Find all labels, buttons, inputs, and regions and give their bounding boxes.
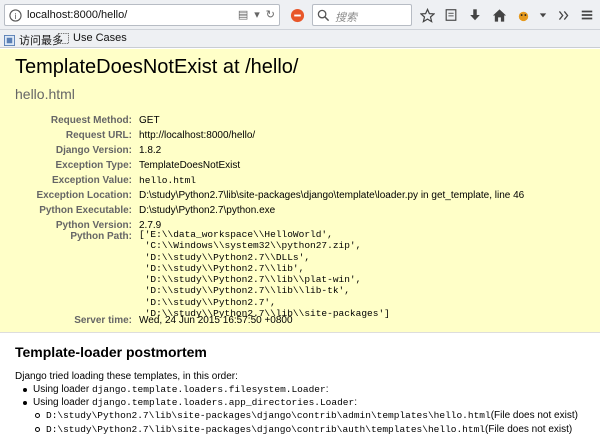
reload-icon[interactable]: ↻ <box>266 8 275 22</box>
meta-label: Django Version: <box>55 145 132 156</box>
loader-suffix: : <box>354 397 357 408</box>
python-path-entry: 'D:\\study\\Python2.7\\lib\\lib-tk', <box>139 285 350 297</box>
bookmark-use-cases[interactable]: Use Cases <box>58 32 127 44</box>
meta-value: http://localhost:8000/hello/ <box>139 130 256 141</box>
loader-item: Using loader django.template.loaders.fil… <box>23 384 328 395</box>
python-path-entry: 'C:\\Windows\\system32\\python27.zip', <box>139 240 362 252</box>
meta-label: Server time: <box>74 315 132 326</box>
page-subtitle: hello.html <box>15 86 75 102</box>
meta-row: Request URL: http://localhost:8000/hello… <box>0 130 600 144</box>
meta-label: Python Path: <box>70 231 132 242</box>
bookmarks-toolbar: 访问最多 Use Cases <box>0 30 600 48</box>
template-loader-postmortem: Template-loader postmortem Django tried … <box>0 334 600 440</box>
postmortem-intro: Django tried loading these templates, in… <box>15 371 238 382</box>
python-path-list: ['E:\\data_workspace\\HelloWorld', 'C:\\… <box>139 229 390 319</box>
python-path-entry: ['E:\\data_workspace\\HelloWorld', <box>139 229 333 240</box>
bullet <box>35 413 40 418</box>
most-visited-icon <box>4 34 15 46</box>
download-icon[interactable] <box>466 6 484 24</box>
meta-label: Exception Value: <box>51 175 132 186</box>
python-path-entry: 'D:\\study\\Python2.7\\lib\\plat-win', <box>139 274 362 286</box>
address-bar[interactable]: i localhost:8000/hello/ ▤ ▾ ↻ <box>4 4 280 26</box>
meta-label: Request Method: <box>50 115 132 126</box>
meta-label: Exception Location: <box>36 190 132 201</box>
meta-label: Python Executable: <box>39 205 132 216</box>
meta-row: Django Version: 1.8.2 <box>0 145 600 159</box>
template-attempt: D:\study\Python2.7\lib\site-packages\dja… <box>35 410 578 421</box>
meta-value: 1.8.2 <box>139 145 162 156</box>
loader-name: django.template.loaders.app_directories.… <box>91 397 355 408</box>
meta-value: TemplateDoesNotExist <box>139 160 241 171</box>
meta-row: Exception Value: hello.html <box>0 175 600 189</box>
browser-toolbar: i localhost:8000/hello/ ▤ ▾ ↻ 搜索 <box>0 0 600 30</box>
attempt-path: D:\study\Python2.7\lib\site-packages\dja… <box>46 410 491 421</box>
reader-view-icon[interactable]: ▤ <box>238 8 248 22</box>
search-placeholder: 搜索 <box>335 12 357 24</box>
meta-value: D:\study\Python2.7\python.exe <box>139 205 276 216</box>
search-bar[interactable]: 搜索 <box>312 4 412 26</box>
meta-row: Exception Location: D:\study\Python2.7\l… <box>0 190 600 204</box>
attempt-path: D:\study\Python2.7\lib\site-packages\dja… <box>46 424 485 435</box>
extension-stop-icon[interactable] <box>288 6 306 24</box>
dropdown-history-icon[interactable]: ▾ <box>254 8 260 22</box>
meta-label: Request URL: <box>65 130 132 141</box>
section-title: Template-loader postmortem <box>15 344 207 360</box>
bookmark-most-visited[interactable]: 访问最多 <box>4 32 63 48</box>
bookmark-label: Use Cases <box>73 32 127 44</box>
error-summary: TemplateDoesNotExist at /hello/ hello.ht… <box>0 49 600 333</box>
meta-row: Python Executable: D:\study\Python2.7\py… <box>0 205 600 219</box>
loader-suffix: : <box>325 384 329 395</box>
template-attempt: D:\study\Python2.7\lib\site-packages\dja… <box>35 424 572 435</box>
python-path-entry: 'D:\\study\\Python2.7\\DLLs', <box>139 251 311 263</box>
bookmarks-list-icon[interactable] <box>442 6 460 24</box>
meta-value: Wed, 24 Jun 2015 16:57:50 +0800 <box>139 315 293 326</box>
loader-prefix: Using loader <box>33 384 90 395</box>
globe-icon: i <box>9 9 22 22</box>
meta-value: D:\study\Python2.7\lib\site-packages\dja… <box>139 190 525 201</box>
firebug-icon[interactable] <box>514 6 532 24</box>
python-path-entry: 'D:\\study\\Python2.7', <box>139 296 276 308</box>
url-text[interactable]: localhost:8000/hello/ <box>27 9 127 21</box>
attempt-status: (File does not exist) <box>490 410 578 421</box>
loader-item: Using loader django.template.loaders.app… <box>23 397 357 408</box>
meta-row: Exception Type: TemplateDoesNotExist <box>0 160 600 174</box>
bookmark-label: 访问最多 <box>19 35 63 47</box>
menu-dropdown-icon[interactable] <box>534 6 552 24</box>
attempt-status: (File does not exist) <box>484 424 573 435</box>
home-icon[interactable] <box>490 6 508 24</box>
bullet <box>23 400 27 405</box>
page-title: TemplateDoesNotExist at /hello/ <box>15 56 299 78</box>
folder-icon <box>58 32 69 44</box>
overflow-chevron-icon[interactable] <box>554 6 572 24</box>
search-icon <box>317 9 330 22</box>
python-path-entry: 'D:\\study\\Python2.7\\lib', <box>139 262 305 274</box>
meta-value: GET <box>139 115 160 126</box>
meta-value: hello.html <box>139 175 197 186</box>
svg-text:i: i <box>14 11 16 21</box>
bookmark-star-icon[interactable] <box>418 6 436 24</box>
loader-prefix: Using loader <box>33 397 90 408</box>
meta-label: Exception Type: <box>55 160 133 171</box>
bullet <box>23 387 27 392</box>
hamburger-menu-icon[interactable] <box>578 6 596 24</box>
meta-row-server-time: Server time: Wed, 24 Jun 2015 16:57:50 +… <box>0 315 600 329</box>
meta-label: Python Version: <box>55 220 132 231</box>
bullet <box>35 427 40 432</box>
loader-name: django.template.loaders.filesystem.Loade… <box>91 384 326 395</box>
meta-row: Request Method: GET <box>0 115 600 129</box>
